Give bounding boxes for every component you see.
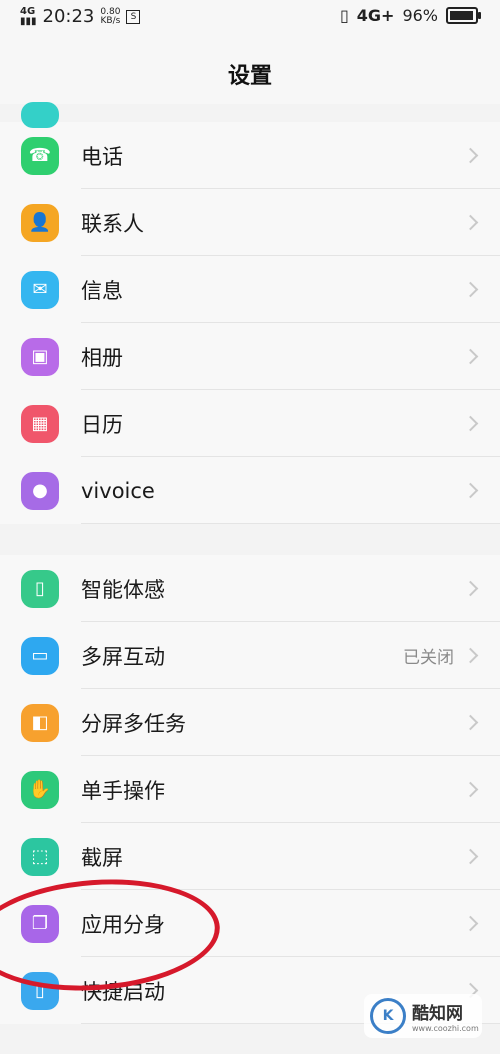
chevron-right-icon bbox=[462, 781, 479, 798]
network-speed: 0.80 KB/s bbox=[100, 7, 121, 26]
watermark-logo-icon: K bbox=[370, 998, 406, 1034]
settings-item[interactable]: ⬚ 截屏 bbox=[0, 823, 500, 890]
settings-item-label: vivoice bbox=[81, 478, 155, 503]
settings-item-label: 截屏 bbox=[81, 845, 123, 870]
settings-item-label: 多屏互动 bbox=[81, 644, 165, 669]
settings-item-status: 已关闭 bbox=[403, 648, 454, 668]
status-time: 20:23 bbox=[42, 6, 95, 27]
settings-item[interactable]: ◧ 分屏多任务 bbox=[0, 689, 500, 756]
settings-item[interactable]: 👤 联系人 bbox=[0, 189, 500, 256]
vibrate-icon: ▯ bbox=[339, 6, 349, 25]
settings-item-label: 智能体感 bbox=[81, 577, 165, 602]
settings-item[interactable]: ▦ 日历 bbox=[0, 390, 500, 457]
settings-item[interactable]: ✉ 信息 bbox=[0, 256, 500, 323]
chevron-right-icon bbox=[462, 482, 479, 499]
calendar-icon: ▦ bbox=[21, 404, 59, 443]
split-screen-icon: ◧ bbox=[21, 703, 59, 742]
chevron-right-icon bbox=[462, 915, 479, 932]
message-icon: ✉ bbox=[21, 270, 59, 309]
settings-item[interactable]: ☎ 电话 bbox=[0, 122, 500, 189]
microphone-icon: ● bbox=[21, 471, 59, 510]
settings-item-label: 单手操作 bbox=[81, 778, 165, 803]
album-icon: ▣ bbox=[21, 337, 59, 376]
network-type: 4G+ bbox=[356, 6, 395, 25]
one-hand-icon: ✋ bbox=[21, 770, 59, 809]
divider bbox=[81, 523, 500, 524]
signal-icon: 4G ▮▮▮ bbox=[20, 5, 37, 27]
chevron-right-icon bbox=[462, 147, 479, 164]
battery-icon bbox=[446, 7, 481, 24]
settings-item-label: 联系人 bbox=[81, 211, 144, 236]
settings-item-label: 电话 bbox=[81, 144, 123, 169]
chevron-right-icon bbox=[462, 415, 479, 432]
chevron-right-icon bbox=[462, 647, 479, 664]
settings-item[interactable]: ▯ 智能体感 bbox=[0, 555, 500, 622]
battery-fill bbox=[450, 11, 474, 20]
settings-header: 设置 bbox=[0, 38, 500, 104]
chevron-right-icon bbox=[462, 714, 479, 731]
settings-item[interactable]: ● vivoice bbox=[0, 457, 500, 524]
phone-icon: ☎ bbox=[21, 136, 59, 175]
sim-icon: S bbox=[126, 9, 141, 24]
settings-item[interactable]: ✋ 单手操作 bbox=[0, 756, 500, 823]
signal-label: 4G bbox=[20, 5, 36, 17]
chevron-right-icon bbox=[462, 848, 479, 865]
settings-item[interactable]: ▣ 相册 bbox=[0, 323, 500, 390]
settings-item-label: 信息 bbox=[81, 278, 123, 303]
status-bar: 4G ▮▮▮ 20:23 0.80 KB/s S ▯ 4G+ 96% bbox=[0, 0, 500, 38]
chevron-right-icon bbox=[462, 214, 479, 231]
contact-icon: 👤 bbox=[21, 203, 59, 242]
battery-percent: 96% bbox=[402, 6, 438, 25]
motion-phone-icon: ▯ bbox=[21, 569, 59, 608]
settings-item-label: 相册 bbox=[81, 345, 123, 370]
watermark-url: www.coozhi.com bbox=[412, 1024, 479, 1033]
settings-item-label: 分屏多任务 bbox=[81, 711, 186, 736]
speed-unit: KB/s bbox=[100, 15, 121, 26]
page-title: 设置 bbox=[227, 64, 272, 89]
chevron-right-icon bbox=[462, 348, 479, 365]
watermark: K 酷知网 www.coozhi.com bbox=[364, 994, 482, 1038]
settings-item-label: 日历 bbox=[81, 412, 123, 437]
settings-item[interactable]: ▭ 多屏互动 已关闭 bbox=[0, 622, 500, 689]
watermark-name: 酷知网 bbox=[412, 1004, 463, 1024]
screen-cast-icon: ▭ bbox=[21, 636, 59, 675]
chevron-right-icon bbox=[462, 580, 479, 597]
settings-group-apps: ☎ 电话 👤 联系人 ✉ 信息 ▣ 相册 ▦ 日历 ● vivoice bbox=[0, 102, 500, 524]
screenshot-icon: ⬚ bbox=[21, 837, 59, 876]
chevron-right-icon bbox=[462, 281, 479, 298]
